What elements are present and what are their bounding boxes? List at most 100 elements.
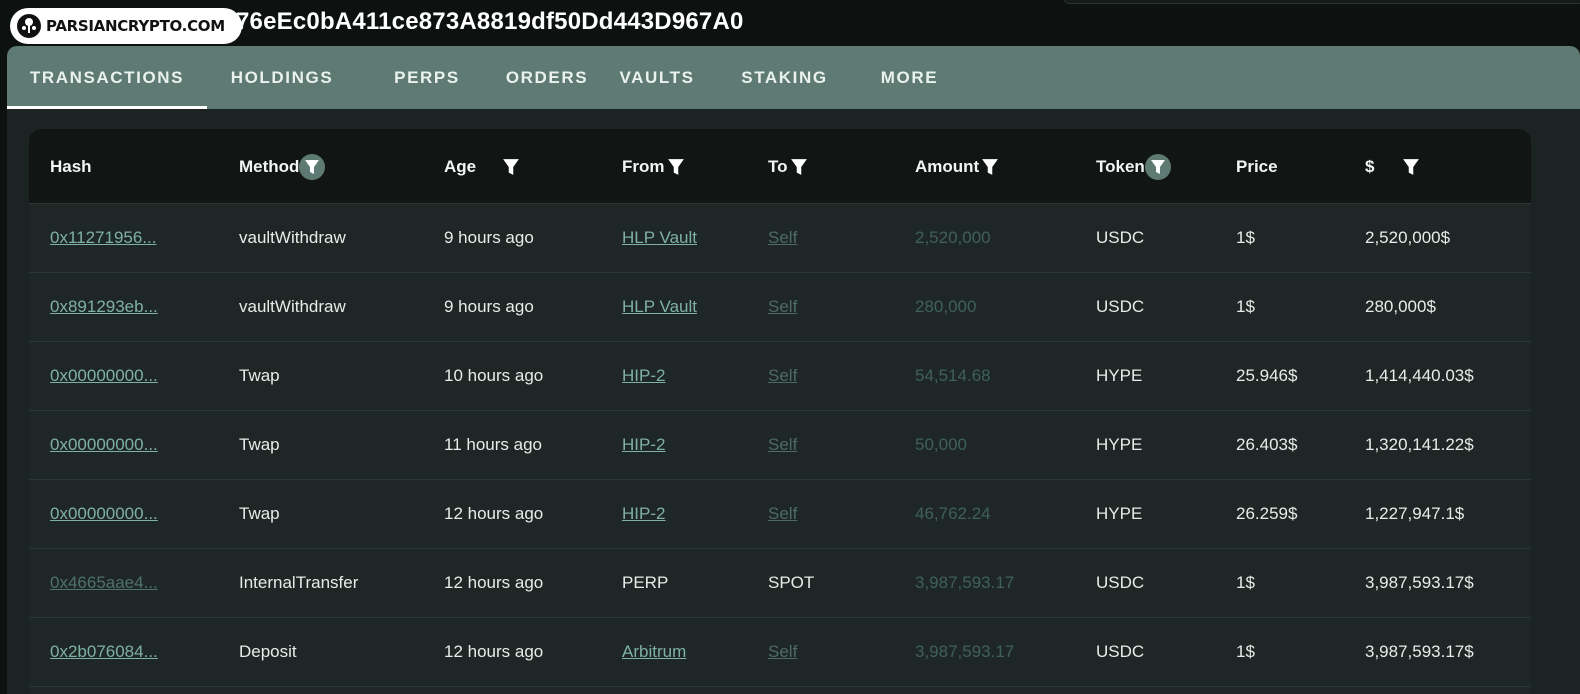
tx-token: HYPE — [1096, 504, 1143, 523]
tx-method: vaultWithdraw — [239, 297, 346, 316]
tx-to-link[interactable]: Self — [768, 504, 797, 524]
tx-age: 12 hours ago — [444, 573, 544, 592]
tx-usd-value: 2,520,000$ — [1365, 228, 1451, 247]
header-amount: Amount — [915, 129, 1001, 204]
transactions-table: Hash Method Age From To Amount Token Pri… — [29, 129, 1531, 694]
funnel-icon — [503, 158, 519, 175]
tx-price: 25.946$ — [1236, 366, 1298, 385]
tx-token: USDC — [1096, 228, 1145, 247]
tx-from-link[interactable]: HIP-2 — [622, 435, 665, 455]
watermark-logo: PARSIANCRYPTO.COM — [10, 8, 242, 44]
header-method: Method — [239, 129, 326, 204]
tab-staking[interactable]: STAKING — [727, 46, 842, 109]
tx-hash-link[interactable]: 0x2b076084... — [50, 642, 158, 662]
tx-price: 26.403$ — [1236, 435, 1298, 454]
tx-amount: 2,520,000 — [915, 228, 991, 247]
tx-amount: 3,987,593.17 — [915, 573, 1015, 592]
tx-from: PERP — [622, 573, 669, 592]
tx-to-link[interactable]: Self — [768, 228, 797, 248]
tx-token: HYPE — [1096, 366, 1143, 385]
tx-hash-link[interactable]: 0x00000000... — [50, 366, 158, 386]
tx-amount: 3,987,593.17 — [915, 642, 1015, 661]
tx-age: 11 hours ago — [444, 435, 542, 454]
tx-amount: 280,000 — [915, 297, 977, 316]
funnel-icon — [305, 159, 320, 174]
tx-to-link[interactable]: Self — [768, 435, 797, 455]
tx-age: 12 hours ago — [444, 642, 544, 661]
tx-age: 9 hours ago — [444, 297, 534, 316]
tx-token: USDC — [1096, 642, 1145, 661]
table-row: 0x00000000... Twap 10 hours ago HIP-2 Se… — [29, 342, 1531, 411]
table-row: 0x891293eb... vaultWithdraw 9 hours ago … — [29, 273, 1531, 342]
table-row: 0x4665aae4... InternalTransfer 12 hours … — [29, 549, 1531, 618]
tx-usd-value: 1,320,141.22$ — [1365, 435, 1474, 454]
tx-price: 26.259$ — [1236, 504, 1298, 523]
tx-method: Twap — [239, 435, 280, 454]
usd-filter-icon[interactable] — [1400, 156, 1422, 178]
tx-age: 12 hours ago — [444, 504, 544, 523]
tx-age: 10 hours ago — [444, 366, 544, 385]
tab-orders[interactable]: ORDERS — [487, 46, 607, 109]
page-header: PARSIANCRYPTO.COM 76eEc0bA411ce873A8819d… — [0, 0, 1580, 46]
tx-from-link[interactable]: HIP-2 — [622, 366, 665, 386]
tx-price: 1$ — [1236, 573, 1255, 592]
header-from: From — [622, 129, 687, 204]
tab-transactions[interactable]: TRANSACTIONS — [7, 46, 207, 109]
to-filter-icon[interactable] — [788, 156, 810, 178]
tx-price: 1$ — [1236, 642, 1255, 661]
tx-from-link[interactable]: HLP Vault — [622, 297, 697, 317]
tx-token: USDC — [1096, 297, 1145, 316]
tx-to: SPOT — [768, 573, 815, 592]
header-to: To — [768, 129, 810, 204]
header-token: Token — [1096, 129, 1171, 204]
tx-hash-link[interactable]: 0x00000000... — [50, 435, 158, 455]
from-filter-icon[interactable] — [665, 156, 687, 178]
funnel-icon — [790, 158, 807, 175]
tx-hash-link[interactable]: 0x891293eb... — [50, 297, 158, 317]
tab-holdings[interactable]: HOLDINGS — [212, 46, 352, 109]
tx-price: 1$ — [1236, 228, 1255, 247]
age-filter-icon[interactable] — [500, 156, 522, 178]
header-price: Price — [1236, 156, 1278, 176]
tx-amount: 46,762.24 — [915, 504, 991, 523]
table-row: 0x00000000... Twap 12 hours ago HIP-2 Se… — [29, 480, 1531, 549]
tx-to-link[interactable]: Self — [768, 366, 797, 386]
tx-hash-link[interactable]: 0x11271956... — [50, 228, 157, 248]
tx-usd-value: 3,987,593.17$ — [1365, 642, 1474, 661]
tab-content: Hash Method Age From To Amount Token Pri… — [7, 109, 1580, 694]
tx-amount: 54,514.68 — [915, 366, 991, 385]
wallet-address: 76eEc0bA411ce873A8819df50Dd443D967A0 — [236, 8, 744, 35]
tx-method: Deposit — [239, 642, 297, 661]
tx-method: Twap — [239, 366, 280, 385]
table-row: 0x2b076084... Deposit 12 hours ago Arbit… — [29, 618, 1531, 687]
tx-to-link[interactable]: Self — [768, 297, 797, 317]
tx-usd-value: 1,227,947.1$ — [1365, 504, 1465, 523]
tx-to-link[interactable]: Self — [768, 642, 797, 662]
tx-token: HYPE — [1096, 435, 1143, 454]
tx-usd-value: 280,000$ — [1365, 297, 1436, 316]
tx-from-link[interactable]: HLP Vault — [622, 228, 697, 248]
tx-amount: 50,000 — [915, 435, 967, 454]
tx-usd-value: 3,987,593.17$ — [1365, 573, 1474, 592]
tx-hash-link[interactable]: 0x4665aae4... — [50, 573, 158, 593]
tx-from-link[interactable]: HIP-2 — [622, 504, 665, 524]
tx-usd-value: 1,414,440.03$ — [1365, 366, 1474, 385]
search-bar-edge[interactable] — [1064, 0, 1580, 4]
header-age: Age — [444, 129, 522, 204]
tab-more[interactable]: MORE — [867, 46, 952, 109]
amount-filter-icon[interactable] — [979, 156, 1001, 178]
funnel-icon — [1150, 159, 1165, 174]
tx-from-link[interactable]: Arbitrum — [622, 642, 686, 662]
tab-bar: TRANSACTIONS HOLDINGS PERPS ORDERS VAULT… — [7, 46, 1580, 109]
funnel-icon — [667, 158, 684, 175]
tx-method: InternalTransfer — [239, 573, 359, 592]
tab-perps[interactable]: PERPS — [372, 46, 482, 109]
table-row: 0x00000000... Twap 11 hours ago HIP-2 Se… — [29, 411, 1531, 480]
tab-vaults[interactable]: VAULTS — [607, 46, 707, 109]
tx-hash-link[interactable]: 0x00000000... — [50, 504, 158, 524]
funnel-icon — [1403, 158, 1420, 175]
method-filter-icon[interactable] — [299, 153, 326, 180]
token-filter-icon[interactable] — [1144, 153, 1171, 180]
coin-tree-icon — [17, 14, 41, 38]
header-usd: $ — [1365, 129, 1422, 204]
